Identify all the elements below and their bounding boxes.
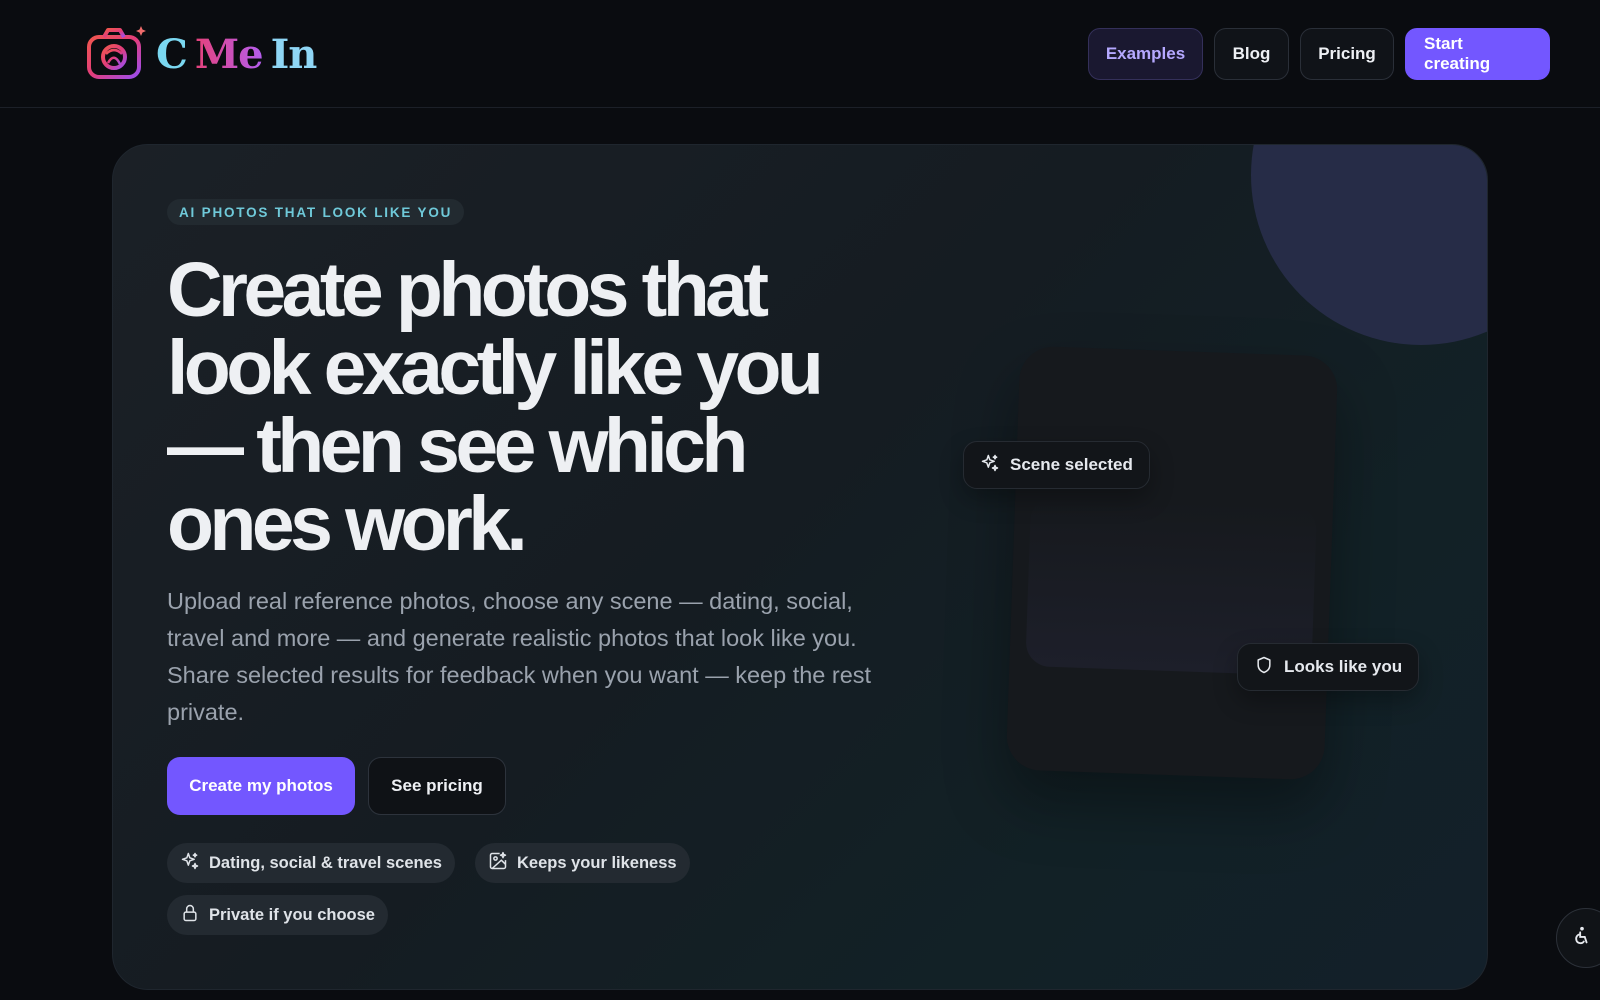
see-pricing-button[interactable]: See pricing bbox=[368, 757, 506, 815]
cta-row: Create my photos See pricing bbox=[167, 757, 506, 815]
logo-wordmark: C Me In bbox=[156, 30, 318, 78]
sparkles-icon bbox=[980, 453, 1000, 478]
logo-text-in: In bbox=[270, 30, 318, 78]
feature-chip-label: Keeps your likeness bbox=[517, 853, 677, 872]
shield-icon bbox=[1254, 655, 1274, 680]
looks-like-you-chip: Looks like you bbox=[1237, 643, 1420, 691]
nav-blog-button[interactable]: Blog bbox=[1214, 28, 1289, 80]
nav-pricing-button[interactable]: Pricing bbox=[1300, 28, 1394, 80]
feature-chip-label: Dating, social & travel scenes bbox=[209, 853, 442, 872]
lock-icon bbox=[180, 903, 200, 928]
hero-headline: Create photos that look exactly like you… bbox=[167, 247, 824, 567]
looks-like-you-label: Looks like you bbox=[1284, 657, 1403, 676]
scene-selected-chip: Scene selected bbox=[963, 441, 1150, 489]
image-sparkle-icon bbox=[488, 851, 508, 876]
logo[interactable]: C Me In bbox=[86, 24, 318, 84]
logo-text-c: C bbox=[156, 30, 188, 78]
top-nav: Examples Blog Pricing Start creating bbox=[1088, 28, 1550, 80]
feature-chip-private: Private if you choose bbox=[167, 895, 388, 935]
sparkles-icon bbox=[180, 851, 200, 876]
feature-chip-likeness: Keeps your likeness bbox=[475, 843, 690, 883]
decorative-circle bbox=[1251, 145, 1487, 345]
feature-chip-scenes: Dating, social & travel scenes bbox=[167, 843, 455, 883]
start-creating-button[interactable]: Start creating bbox=[1405, 28, 1550, 80]
accessibility-icon bbox=[1571, 925, 1593, 952]
nav-examples-button[interactable]: Examples bbox=[1088, 28, 1203, 80]
camera-logo-icon bbox=[86, 24, 146, 84]
create-my-photos-button[interactable]: Create my photos bbox=[167, 757, 355, 815]
photo-preview-card bbox=[1005, 345, 1339, 781]
site-header: C Me In Examples Blog Pricing Start crea… bbox=[0, 0, 1600, 108]
hero-card: AI PHOTOS THAT LOOK LIKE YOU Create phot… bbox=[112, 144, 1488, 990]
hero-subtitle: Upload real reference photos, choose any… bbox=[167, 588, 872, 725]
scene-selected-label: Scene selected bbox=[1010, 455, 1133, 474]
logo-text-me: Me bbox=[194, 30, 264, 78]
feature-chip-label: Private if you choose bbox=[209, 905, 375, 924]
accessibility-button[interactable] bbox=[1556, 908, 1600, 968]
hero-badge: AI PHOTOS THAT LOOK LIKE YOU bbox=[167, 199, 465, 225]
